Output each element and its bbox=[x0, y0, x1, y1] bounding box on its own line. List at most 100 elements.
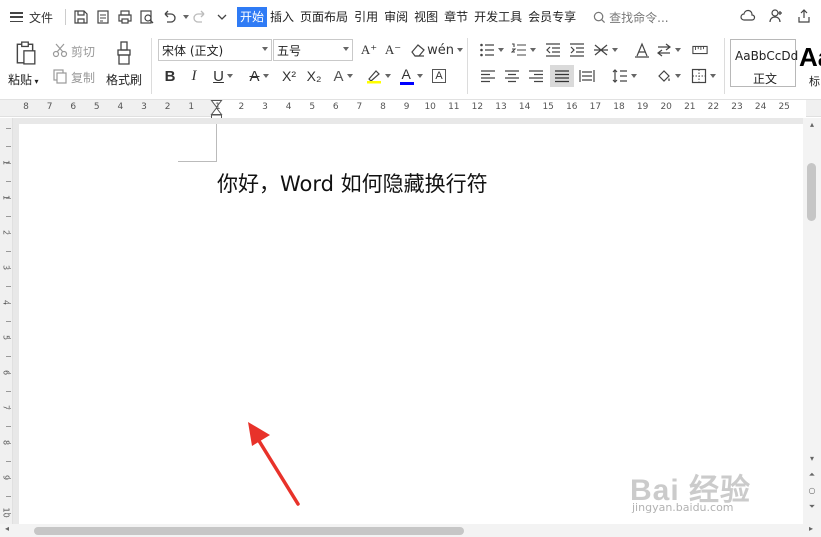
document-text[interactable]: 你好，Word 如何隐藏换行符 bbox=[217, 168, 488, 198]
ruler-number: 17 bbox=[589, 102, 602, 112]
text-direction-button[interactable] bbox=[632, 41, 652, 59]
chevron-down-icon bbox=[529, 48, 536, 52]
paste-button[interactable]: 粘贴 ▾ bbox=[8, 71, 39, 88]
file-menu[interactable]: 文件 bbox=[0, 0, 61, 34]
align-center-button[interactable] bbox=[502, 67, 522, 85]
character-border-button[interactable]: A bbox=[429, 66, 449, 86]
ruler-number: 2 bbox=[238, 102, 245, 112]
font-size-select[interactable]: 五号 bbox=[273, 39, 353, 61]
borders-button[interactable] bbox=[688, 67, 718, 85]
tab-home[interactable]: 开始 bbox=[237, 7, 268, 27]
tab-section[interactable]: 章节 bbox=[441, 7, 471, 27]
document-page[interactable]: 你好，Word 如何隐藏换行符 bbox=[19, 124, 803, 524]
next-page-icon[interactable]: ⏷ bbox=[807, 502, 817, 512]
previous-page-icon[interactable]: ⏶ bbox=[807, 470, 817, 480]
chinese-layout-button[interactable] bbox=[592, 41, 618, 59]
print-icon[interactable] bbox=[114, 6, 136, 28]
strikethrough-button[interactable]: A bbox=[244, 66, 274, 86]
horizontal-scrollbar[interactable]: ◂ ▸ bbox=[0, 524, 821, 537]
align-right-button[interactable] bbox=[526, 67, 546, 85]
scroll-left-icon[interactable]: ◂ bbox=[2, 524, 12, 533]
distributed-button[interactable] bbox=[577, 67, 597, 85]
scroll-up-icon[interactable]: ▴ bbox=[807, 120, 817, 129]
phonetic-guide-button[interactable]: wén bbox=[427, 41, 463, 59]
ruler-tick bbox=[6, 460, 11, 462]
decrease-indent-button[interactable] bbox=[543, 41, 563, 59]
ruler-number: 9 bbox=[403, 102, 410, 112]
ruler-number: 7 bbox=[356, 102, 363, 112]
style-heading-name: 标 bbox=[809, 75, 820, 88]
watermark-url: jingyan.baidu.com bbox=[632, 501, 734, 514]
outdent-icon bbox=[546, 43, 560, 57]
ruler-tick bbox=[6, 303, 11, 304]
undo-icon[interactable] bbox=[158, 6, 180, 28]
shading-button[interactable] bbox=[654, 67, 682, 85]
redo-icon[interactable] bbox=[189, 6, 211, 28]
shrink-font-button[interactable]: A⁻ bbox=[383, 41, 403, 59]
export-pdf-icon[interactable] bbox=[92, 6, 114, 28]
vertical-scroll-thumb[interactable] bbox=[807, 163, 816, 221]
ruler-number: 5 bbox=[93, 102, 100, 112]
font-color-button[interactable]: A bbox=[396, 66, 426, 86]
tab-page-layout[interactable]: 页面布局 bbox=[297, 7, 351, 27]
chevron-down-icon bbox=[630, 74, 637, 78]
ruler-marks-icon bbox=[692, 45, 708, 55]
tab-developer[interactable]: 开发工具 bbox=[471, 7, 525, 27]
bullets-button[interactable] bbox=[478, 41, 504, 59]
superscript-button[interactable]: X² bbox=[278, 66, 300, 86]
style-heading[interactable]: Aa 标 bbox=[797, 39, 821, 88]
tab-review[interactable]: 审阅 bbox=[381, 7, 411, 27]
save-icon[interactable] bbox=[70, 6, 92, 28]
ruler-tick bbox=[6, 320, 11, 322]
sort-button[interactable] bbox=[655, 41, 681, 59]
scroll-down-icon[interactable]: ▾ bbox=[807, 454, 817, 463]
file-menu-label: 文件 bbox=[29, 10, 54, 25]
copy-label[interactable]: 复制 bbox=[71, 69, 95, 86]
share-icon[interactable] bbox=[795, 7, 813, 25]
cloud-sync-icon[interactable] bbox=[739, 7, 757, 25]
ruler-number: 3 bbox=[141, 102, 147, 112]
line-spacing-button[interactable] bbox=[610, 67, 638, 85]
align-left-button[interactable] bbox=[478, 67, 498, 85]
italic-button[interactable]: I bbox=[184, 66, 204, 86]
scroll-right-icon[interactable]: ▸ bbox=[806, 524, 816, 533]
text-effect-button[interactable]: A bbox=[328, 66, 358, 86]
scissors-icon[interactable] bbox=[52, 42, 68, 58]
command-search[interactable]: 查找命令... bbox=[593, 9, 669, 26]
tab-references[interactable]: 引用 bbox=[351, 7, 381, 27]
paste-icon[interactable] bbox=[12, 39, 38, 67]
customize-toolbar-icon[interactable] bbox=[211, 6, 233, 28]
search-placeholder: 查找命令... bbox=[609, 10, 669, 25]
ribbon-home: 粘贴 ▾ 剪切 复制 格式刷 宋体 (正文) 五号 A⁺ A⁻ wén B I … bbox=[0, 34, 821, 100]
justify-button[interactable] bbox=[550, 65, 574, 87]
copy-icon[interactable] bbox=[52, 68, 68, 84]
clear-format-button[interactable] bbox=[408, 41, 428, 59]
style-normal[interactable]: AaBbCcDd 正文 bbox=[730, 39, 798, 87]
share-user-icon[interactable] bbox=[767, 7, 785, 25]
ruler-number: 6 bbox=[332, 102, 339, 112]
tab-insert[interactable]: 插入 bbox=[267, 7, 297, 27]
subscript-button[interactable]: X₂ bbox=[303, 66, 325, 86]
increase-indent-button[interactable] bbox=[567, 41, 587, 59]
format-painter-icon[interactable] bbox=[112, 39, 136, 67]
vertical-ruler[interactable]: 112345678910 bbox=[0, 118, 13, 537]
line-spacing-icon bbox=[612, 69, 627, 83]
show-hide-marks-button[interactable] bbox=[688, 41, 712, 59]
tab-member[interactable]: 会员专享 bbox=[525, 7, 579, 27]
select-browse-object-icon[interactable]: ○ bbox=[807, 486, 817, 495]
format-painter-label[interactable]: 格式刷 bbox=[106, 71, 142, 88]
vertical-scrollbar[interactable]: ▴ ▾ ⏶ ○ ⏷ bbox=[803, 118, 821, 524]
search-icon bbox=[593, 11, 606, 23]
highlight-button[interactable] bbox=[362, 66, 394, 86]
font-name-select[interactable]: 宋体 (正文) bbox=[158, 39, 272, 61]
bold-button[interactable]: B bbox=[160, 66, 180, 86]
print-preview-icon[interactable] bbox=[136, 6, 158, 28]
grow-font-button[interactable]: A⁺ bbox=[359, 41, 379, 59]
tab-view[interactable]: 视图 bbox=[411, 7, 441, 27]
cut-label[interactable]: 剪切 bbox=[71, 43, 95, 60]
underline-button[interactable]: U bbox=[208, 66, 238, 86]
ruler-number: 21 bbox=[684, 102, 696, 112]
horizontal-ruler[interactable]: 8 7 6 5 4 3 2 1 1 2 3 4 5 6 7 8 9 10 11 12 13 14 15 16 17 18 19 20 2… bbox=[0, 100, 821, 122]
horizontal-scroll-thumb[interactable] bbox=[34, 527, 464, 535]
numbering-button[interactable] bbox=[510, 41, 536, 59]
